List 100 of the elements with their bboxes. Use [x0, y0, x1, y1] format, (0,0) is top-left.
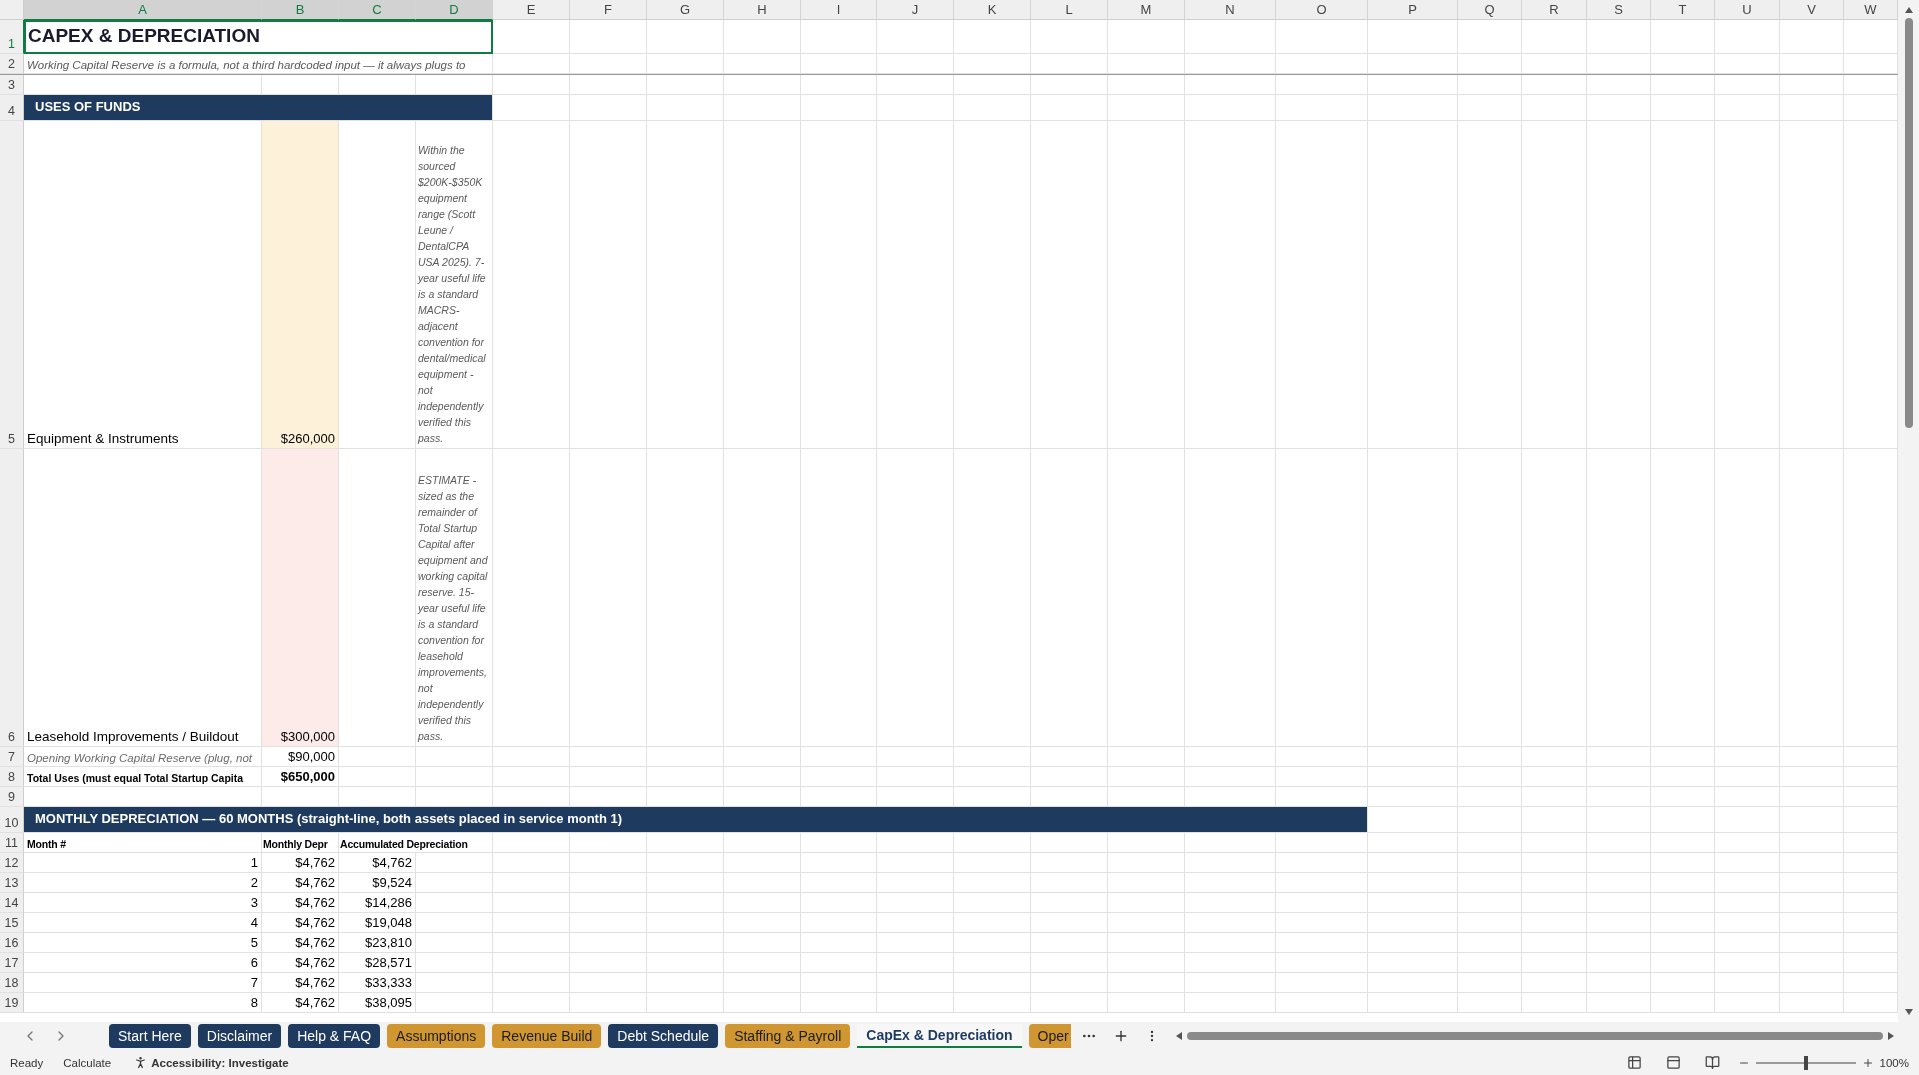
grid-cell[interactable]	[1651, 933, 1715, 953]
sheet-tab[interactable]: Staffing & Payroll	[725, 1024, 851, 1048]
grid-cell[interactable]	[954, 449, 1031, 747]
grid-cell[interactable]	[877, 449, 954, 747]
grid-cell[interactable]	[1651, 787, 1715, 807]
grid-cell[interactable]	[1651, 20, 1715, 54]
grid-cell[interactable]	[493, 747, 570, 767]
scroll-left-icon[interactable]	[1175, 1031, 1183, 1041]
grid-cell[interactable]	[1587, 973, 1651, 993]
grid-cell[interactable]	[493, 853, 570, 873]
grid-cell[interactable]	[1031, 933, 1108, 953]
grid-cell[interactable]	[1368, 993, 1458, 1013]
grid-cell[interactable]	[877, 20, 954, 54]
page-break-icon[interactable]	[1704, 1055, 1720, 1070]
sheet-tab[interactable]: Help & FAQ	[288, 1024, 381, 1048]
grid-cell[interactable]	[1368, 933, 1458, 953]
grid-cell[interactable]	[1031, 20, 1108, 54]
grid-cell[interactable]	[1587, 20, 1651, 54]
grid-cell[interactable]	[1587, 75, 1651, 95]
grid-cell[interactable]	[1780, 54, 1844, 74]
row-number[interactable]: 8	[0, 767, 24, 787]
grid-cell[interactable]	[1108, 953, 1185, 973]
grid-cell[interactable]	[954, 121, 1031, 449]
grid-cell[interactable]	[724, 54, 801, 74]
grid-cell[interactable]	[801, 747, 877, 767]
grid-cell[interactable]	[1651, 747, 1715, 767]
grid-cell[interactable]	[1185, 893, 1276, 913]
grid-cell[interactable]	[1522, 833, 1587, 853]
grid-cell[interactable]	[877, 95, 954, 121]
vertical-scrollbar[interactable]	[1898, 0, 1919, 1022]
grid-cell[interactable]	[1651, 767, 1715, 787]
column-header[interactable]: V	[1780, 0, 1844, 20]
grid-cell[interactable]	[493, 54, 570, 74]
column-header[interactable]: O	[1276, 0, 1368, 20]
grid-cell[interactable]	[416, 993, 493, 1013]
grid-cell[interactable]	[1108, 993, 1185, 1013]
row-number[interactable]: 14	[0, 893, 24, 913]
grid-cell[interactable]	[493, 993, 570, 1013]
grid-cell[interactable]	[1108, 54, 1185, 74]
grid-cell[interactable]	[1651, 853, 1715, 873]
grid-cell[interactable]	[1185, 121, 1276, 449]
grid-cell[interactable]	[570, 75, 647, 95]
grid-cell[interactable]	[493, 833, 570, 853]
grid-cell[interactable]	[570, 973, 647, 993]
grid-cell[interactable]	[1651, 873, 1715, 893]
grid-cell[interactable]	[570, 913, 647, 933]
grid-cell[interactable]	[1368, 75, 1458, 95]
grid-cell[interactable]	[1715, 973, 1780, 993]
grid-cell[interactable]	[1108, 75, 1185, 95]
grid-cell[interactable]	[1031, 853, 1108, 873]
grid-cell[interactable]	[1587, 853, 1651, 873]
grid-cell[interactable]	[570, 767, 647, 787]
grid-cell[interactable]	[801, 121, 877, 449]
grid-cell[interactable]	[1715, 747, 1780, 767]
page-layout-icon[interactable]	[1665, 1055, 1681, 1070]
horizontal-scrollbar[interactable]	[1175, 1029, 1895, 1043]
grid-cell[interactable]	[954, 993, 1031, 1013]
grid-cell[interactable]	[1276, 913, 1368, 933]
grid-cell[interactable]	[1458, 767, 1522, 787]
grid-cell[interactable]	[1651, 973, 1715, 993]
grid-cell[interactable]	[493, 913, 570, 933]
grid-cell[interactable]	[1522, 853, 1587, 873]
grid-cell[interactable]	[1458, 95, 1522, 121]
grid-cell[interactable]	[954, 54, 1031, 74]
grid-cell[interactable]	[1108, 913, 1185, 933]
grid-cell[interactable]	[493, 121, 570, 449]
grid-cell[interactable]	[1587, 54, 1651, 74]
grid-cell[interactable]	[647, 853, 724, 873]
grid-cell[interactable]	[1522, 75, 1587, 95]
grid-cell[interactable]	[647, 75, 724, 95]
grid-cell[interactable]	[1651, 121, 1715, 449]
grid-cell[interactable]	[1780, 973, 1844, 993]
grid-cell[interactable]	[1185, 913, 1276, 933]
grid-cell[interactable]	[1715, 873, 1780, 893]
grid-cell[interactable]	[1780, 833, 1844, 853]
column-header[interactable]: D	[416, 0, 493, 20]
grid-cell[interactable]	[1715, 767, 1780, 787]
grid-cell[interactable]	[1368, 913, 1458, 933]
grid-cell[interactable]	[1715, 20, 1780, 54]
grid-cell[interactable]	[1587, 787, 1651, 807]
grid-cell[interactable]	[1276, 893, 1368, 913]
column-header[interactable]: C	[339, 0, 416, 20]
grid-cell[interactable]	[801, 933, 877, 953]
grid-cell[interactable]	[570, 893, 647, 913]
grid-cell[interactable]	[570, 95, 647, 121]
grid-cell[interactable]	[801, 54, 877, 74]
grid-cell[interactable]	[647, 747, 724, 767]
grid-cell[interactable]	[416, 767, 493, 787]
grid-cell[interactable]	[570, 953, 647, 973]
row-number[interactable]: 19	[0, 993, 24, 1013]
grid-cell[interactable]	[801, 767, 877, 787]
grid-cell[interactable]	[1368, 95, 1458, 121]
grid-cell[interactable]	[954, 853, 1031, 873]
grid-cell[interactable]	[1587, 953, 1651, 973]
grid-cell[interactable]	[877, 54, 954, 74]
grid-cell[interactable]	[877, 833, 954, 853]
row-number[interactable]: 10	[0, 807, 24, 833]
grid-cell[interactable]	[954, 75, 1031, 95]
grid-cell[interactable]	[877, 853, 954, 873]
grid-cell[interactable]	[954, 893, 1031, 913]
